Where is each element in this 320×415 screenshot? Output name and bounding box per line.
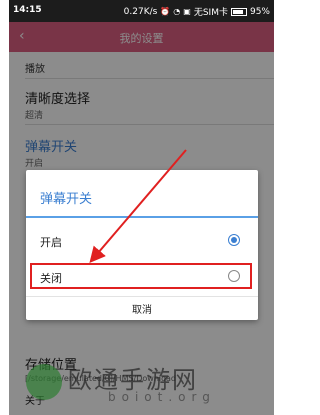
sim-status: 无SIM卡 [193,8,228,18]
dialog-title-divider [26,216,258,218]
status-right: 0.27K/s ⏰ ◔ ▣ 无SIM卡 95% [123,5,270,19]
cancel-divider [26,296,258,297]
option-on[interactable]: 开启 [26,227,258,255]
status-bar: 14:15 0.27K/s ⏰ ◔ ▣ 无SIM卡 95% [9,0,274,22]
alarm-icon: ⏰ [160,7,171,16]
cancel-button[interactable]: 取消 [26,301,258,316]
option-on-label: 开启 [40,236,62,249]
battery-icon [230,7,247,16]
dialog-title: 弹幕开关 [40,192,93,207]
battery-level: 95% [249,6,270,17]
highlight-box [30,263,252,289]
danmu-dialog: 弹幕开关 开启 关闭 取消 [26,170,258,320]
wifi-icon: ◔ [173,7,181,16]
status-time: 14:15 [13,5,42,15]
radio-selected-icon[interactable] [228,234,240,246]
phone-screen: 14:15 0.27K/s ⏰ ◔ ▣ 无SIM卡 95% ‹ 我的设置 播放 … [0,0,283,415]
sim-icon: ▣ [183,7,191,16]
network-speed: 0.27K/s [123,6,158,17]
